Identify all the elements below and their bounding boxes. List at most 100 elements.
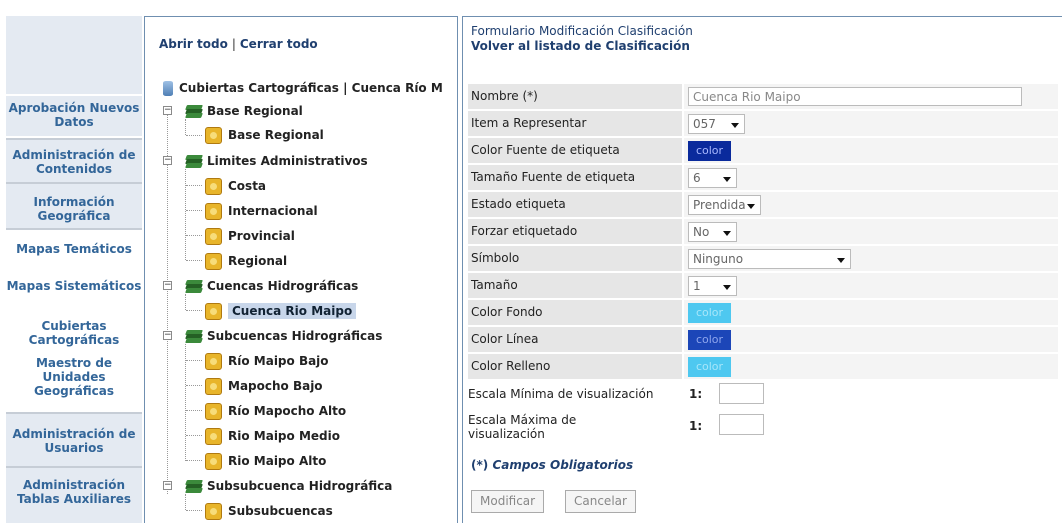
tree-group-label: Limites Administrativos	[207, 154, 368, 168]
tamano-fuente-select[interactable]: 6	[688, 168, 737, 188]
nav-mapas-tematicos[interactable]: Mapas Temáticos	[6, 242, 142, 276]
tree-leaf-subsubcuencas[interactable]: Subsubcuencas	[205, 502, 333, 520]
estado-select[interactable]: Prendida	[688, 195, 761, 215]
tree-root[interactable]: Cubiertas Cartográficas | Cuenca Río M	[163, 79, 443, 97]
tree-leaf-rio-mapocho-alto[interactable]: Río Mapocho Alto	[205, 402, 346, 420]
left-navigation: Aprobación Nuevos Datos Administración d…	[6, 16, 142, 523]
escala-maxima-input[interactable]	[719, 414, 764, 435]
tree-connector	[186, 435, 202, 436]
tree-group-subcuencas-hidrograficas[interactable]: Subcuencas Hidrográficas	[185, 327, 382, 345]
collapse-toggle[interactable]: −	[163, 106, 172, 115]
tree-leaf-regional[interactable]: Regional	[205, 252, 287, 270]
simbolo-select[interactable]: Ninguno	[688, 249, 851, 269]
tree-connector	[186, 360, 202, 361]
tree-leaf-rio-maipo-bajo[interactable]: Río Maipo Bajo	[205, 352, 329, 370]
tree-connector	[167, 111, 168, 494]
color-fondo-picker[interactable]: color	[688, 303, 731, 323]
layers-icon	[185, 479, 203, 494]
forzar-select[interactable]: No	[688, 222, 737, 242]
field-label: Forzar etiquetado	[468, 219, 682, 244]
tree-leaf-base-regional[interactable]: Base Regional	[205, 126, 324, 144]
tree-leaf-label: Mapocho Bajo	[228, 379, 323, 393]
open-all-link[interactable]: Abrir todo	[159, 37, 228, 51]
field-label: Color Fondo	[468, 300, 682, 325]
tree-group-cuencas-hidrograficas[interactable]: Cuencas Hidrográficas	[185, 277, 358, 295]
layer-icon	[205, 228, 222, 245]
layer-icon	[205, 178, 222, 195]
tree-group-base-regional[interactable]: Base Regional	[185, 102, 303, 120]
back-to-list-link[interactable]: Volver al listado de Clasificación	[471, 39, 690, 53]
layers-icon	[185, 104, 203, 119]
tree-group-label: Cuencas Hidrográficas	[207, 279, 359, 293]
tree-leaf-internacional[interactable]: Internacional	[205, 202, 318, 220]
collapse-toggle[interactable]: −	[163, 156, 172, 165]
escala-minima-input[interactable]	[719, 383, 764, 404]
tamano-select[interactable]: 1	[688, 276, 737, 296]
field-value-cell: color	[684, 138, 1058, 163]
layer-icon	[205, 503, 222, 520]
classification-form: Formulario Modificación Clasificación Vo…	[462, 16, 1062, 523]
collapse-toggle[interactable]: −	[163, 331, 172, 340]
modify-button[interactable]: Modificar	[471, 490, 545, 513]
tree-connector	[186, 385, 202, 386]
tree-connector	[186, 185, 202, 186]
database-icon	[163, 81, 173, 96]
tree-leaf-label: Río Maipo Bajo	[228, 354, 329, 368]
tree-group-label: Subsubcuenca Hidrográfica	[207, 479, 393, 493]
tree-leaf-provincial[interactable]: Provincial	[205, 227, 295, 245]
color-linea-picker[interactable]: color	[688, 330, 731, 350]
tree-leaf-label: Subsubcuencas	[228, 504, 333, 518]
row-forzar: Forzar etiquetado No	[468, 219, 1058, 244]
field-value-cell: 1	[684, 273, 1058, 298]
nombre-input[interactable]	[688, 87, 1022, 106]
link-separator: |	[231, 37, 236, 51]
tree-leaf-rio-maipo-alto[interactable]: Rio Maipo Alto	[205, 452, 326, 470]
layers-icon	[185, 154, 203, 169]
tree-connector	[186, 510, 202, 511]
tree-leaf-cuenca-rio-maipo[interactable]: Cuenca Rio Maipo	[205, 302, 357, 320]
field-value-cell: No	[684, 219, 1058, 244]
tree-leaf-label: Base Regional	[228, 128, 324, 142]
layer-icon	[205, 428, 222, 445]
nav-maestro-unidades-geograficas[interactable]: Maestro de Unidades Geográficas	[6, 356, 142, 404]
nav-administracion-usuarios[interactable]: Administración de Usuarios	[6, 414, 142, 466]
tree-leaf-costa[interactable]: Costa	[205, 177, 266, 195]
tree-group-subsubcuenca-hidrografica[interactable]: Subsubcuenca Hidrográfica	[185, 477, 392, 495]
color-fuente-picker[interactable]: color	[688, 141, 731, 161]
tree-leaf-rio-maipo-medio[interactable]: Rio Maipo Medio	[205, 427, 340, 445]
chevron-down-icon	[731, 123, 739, 128]
tree-group-limites-administrativos[interactable]: Limites Administrativos	[185, 152, 368, 170]
layers-icon	[185, 279, 203, 294]
row-color-linea: Color Línea color	[468, 327, 1058, 352]
field-value-cell: 6	[684, 165, 1058, 190]
tree-leaf-label: Provincial	[228, 229, 295, 243]
cancel-button[interactable]: Cancelar	[565, 490, 636, 513]
color-relleno-picker[interactable]: color	[688, 357, 731, 377]
tree-connector	[185, 294, 186, 310]
chevron-down-icon	[723, 231, 731, 236]
layer-icon	[205, 403, 222, 420]
collapse-toggle[interactable]: −	[163, 481, 172, 490]
form-title: Formulario Modificación Clasificación	[471, 24, 693, 38]
tree-connector	[186, 135, 202, 136]
tree-group-label: Subcuencas Hidrográficas	[207, 329, 383, 343]
close-all-link[interactable]: Cerrar todo	[240, 37, 318, 51]
row-estado: Estado etiqueta Prendida	[468, 192, 1058, 217]
nav-mapas-sistematicos[interactable]: Mapas Sistemáticos	[6, 279, 142, 313]
item-select[interactable]: 057	[688, 114, 745, 134]
required-fields-note: (*) Campos Obligatorios	[471, 458, 633, 472]
escala-maxima-prefix: 1:	[689, 419, 703, 433]
tree-leaf-mapocho-bajo[interactable]: Mapocho Bajo	[205, 377, 323, 395]
layer-icon	[205, 353, 222, 370]
nav-aprobacion-nuevos-datos[interactable]: Aprobación Nuevos Datos	[6, 96, 142, 136]
nav-informacion-geografica[interactable]: Información Geográfica	[6, 184, 142, 228]
nav-cubiertas-cartograficas[interactable]: Cubiertas Cartográficas	[6, 319, 142, 353]
collapse-toggle[interactable]: −	[163, 281, 172, 290]
required-text: Campos Obligatorios	[492, 458, 634, 472]
nav-administracion-tablas-auxiliares[interactable]: Administración Tablas Auxiliares	[6, 468, 142, 523]
row-color-fondo: Color Fondo color	[468, 300, 1058, 325]
select-value: No	[693, 225, 710, 239]
field-label: Color Línea	[468, 327, 682, 352]
layer-icon	[205, 303, 222, 320]
nav-administracion-contenidos[interactable]: Administración de Contenidos	[6, 140, 142, 182]
